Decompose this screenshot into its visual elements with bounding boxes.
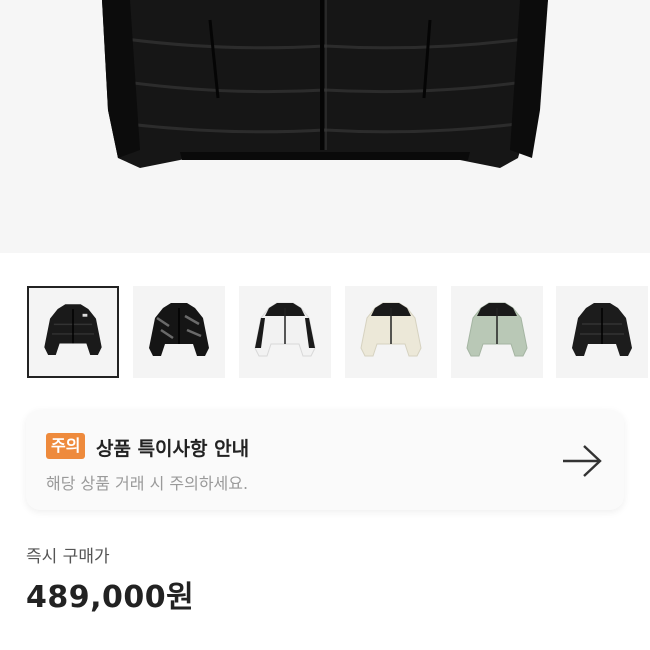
thumbnail-strip: [0, 286, 650, 380]
thumbnail-white-jacket[interactable]: [239, 286, 331, 378]
thumbnail-black-jacket[interactable]: [27, 286, 119, 378]
instant-buy-price: 489,000원: [26, 580, 195, 615]
product-hero-image: [0, 0, 650, 253]
thumbnail-black-jacket-alt[interactable]: [556, 286, 648, 378]
notice-subtitle: 해당 상품 거래 시 주의하세요.: [46, 474, 249, 493]
arrow-right-icon[interactable]: [560, 442, 604, 480]
thumbnail-shiny-black-jacket[interactable]: [133, 286, 225, 378]
thumbnail-cream-jacket[interactable]: [345, 286, 437, 378]
caution-badge: 주의: [46, 433, 86, 459]
product-notice-card[interactable]: 주의 상품 특이사항 안내 해당 상품 거래 시 주의하세요.: [26, 410, 624, 510]
notice-title: 상품 특이사항 안내: [96, 438, 250, 460]
thumbnail-sage-jacket[interactable]: [451, 286, 543, 378]
instant-buy-price-label: 즉시 구매가: [26, 547, 110, 567]
